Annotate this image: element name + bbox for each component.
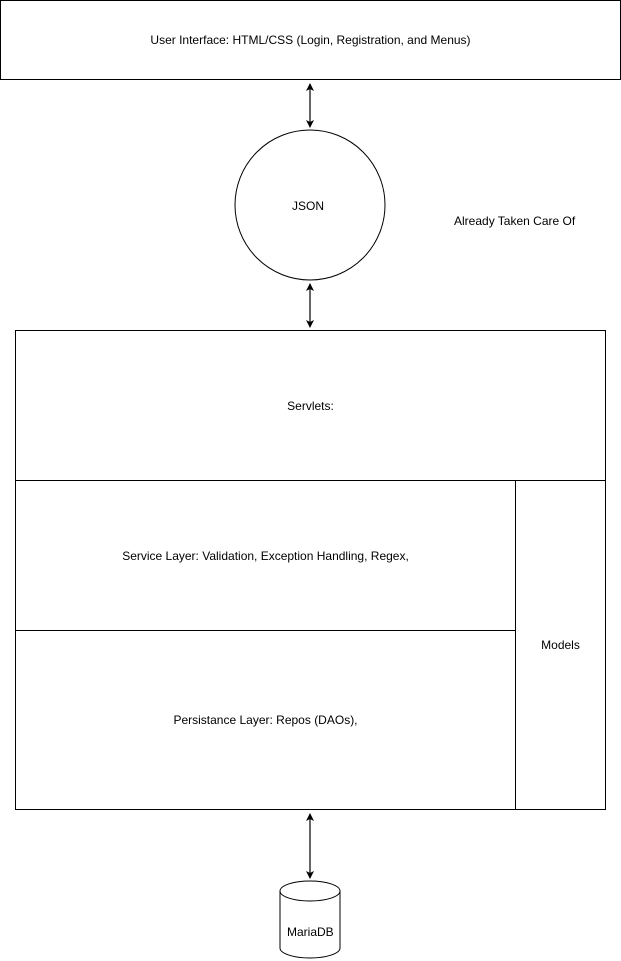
already-taken-care-of-note: Already Taken Care Of	[454, 214, 576, 228]
service-layer-box: Service Layer: Validation, Exception Han…	[15, 480, 516, 631]
ui-layer-label: User Interface: HTML/CSS (Login, Registr…	[150, 33, 471, 47]
ui-layer-box: User Interface: HTML/CSS (Login, Registr…	[0, 0, 621, 80]
json-node-label: JSON	[292, 199, 325, 213]
models-box: Models	[515, 480, 606, 810]
service-layer-label: Service Layer: Validation, Exception Han…	[122, 548, 409, 563]
database-cylinder-icon	[279, 880, 341, 959]
persistence-layer-label: Persistance Layer: Repos (DAOs),	[173, 713, 358, 727]
servlets-layer-label: Servlets:	[287, 398, 334, 413]
persistence-layer-box: Persistance Layer: Repos (DAOs),	[15, 630, 516, 810]
models-label: Models	[541, 638, 580, 652]
database-label: MariaDB	[287, 925, 334, 939]
servlets-layer-box: Servlets:	[15, 330, 606, 481]
